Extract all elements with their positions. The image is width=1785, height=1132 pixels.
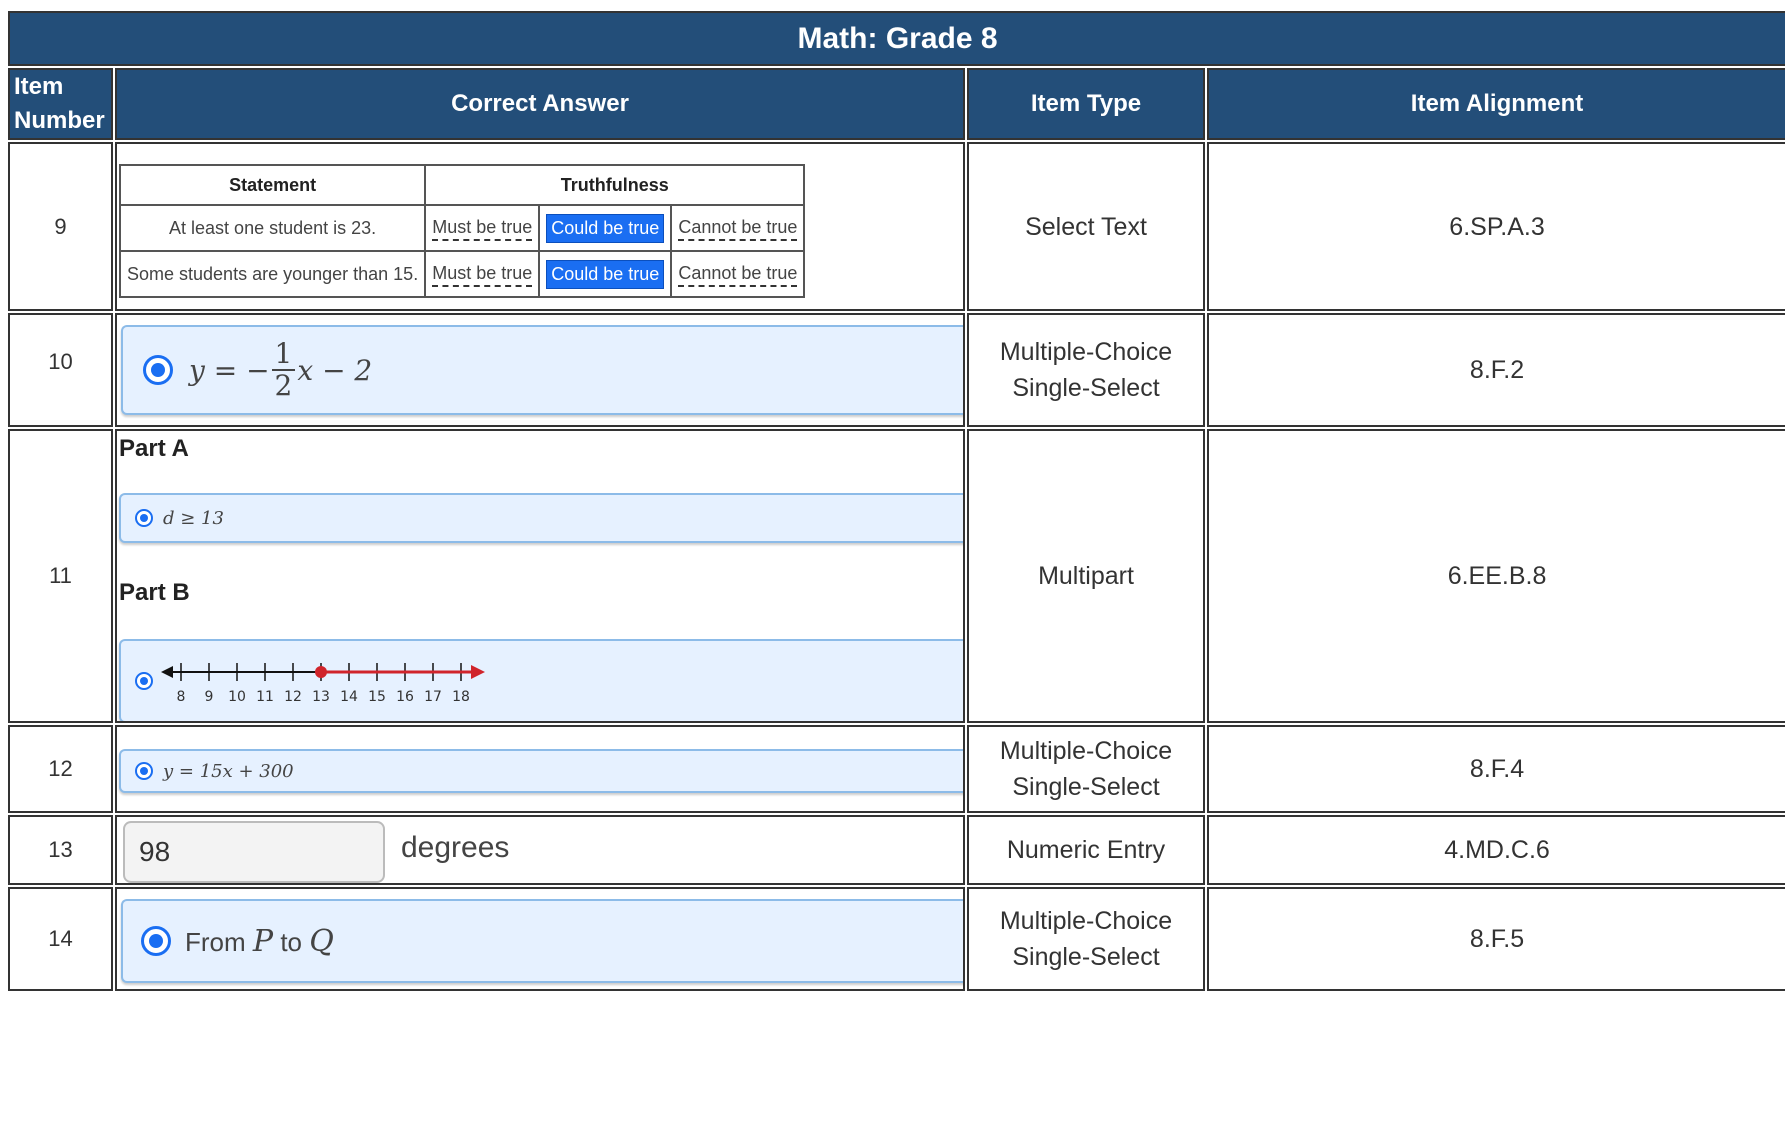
equation: y = − 1 2 x − 2 bbox=[189, 337, 373, 402]
number-line-tick-label: 11 bbox=[256, 689, 274, 705]
item-type: Multipart bbox=[967, 429, 1205, 723]
item-alignment: 6.EE.B.8 bbox=[1207, 429, 1785, 723]
number-line-tick-label: 17 bbox=[424, 689, 442, 705]
item-number: 12 bbox=[8, 725, 113, 813]
table-row: 11 Part A d ≥ 13 Part B 8 9 10 11 12 13 14 15 16… bbox=[8, 429, 1785, 723]
part-a-label: Part A bbox=[119, 435, 189, 462]
item-number: 14 bbox=[8, 887, 113, 991]
item-type: Multiple-Choice Single-Select bbox=[967, 313, 1205, 427]
table-row: 12 y = 15x + 300 Multiple-Choice Single-S… bbox=[8, 725, 1785, 813]
item-type: Numeric Entry bbox=[967, 815, 1205, 885]
header-item-number: Item Number bbox=[8, 68, 113, 140]
correct-answer-cell: From P to Q bbox=[115, 887, 965, 991]
radio-selected-icon[interactable] bbox=[141, 926, 171, 956]
table-row: 9 Statement Truthfulness At least one st… bbox=[8, 142, 1785, 311]
statement-header: Statement bbox=[118, 164, 427, 206]
header-correct-answer: Correct Answer bbox=[115, 68, 965, 140]
equation: y = 15x + 300 bbox=[163, 760, 294, 782]
inequality: d ≥ 13 bbox=[163, 507, 224, 529]
item-alignment: 8.F.4 bbox=[1207, 725, 1785, 813]
answer-choice-selected[interactable]: y = − 1 2 x − 2 bbox=[121, 325, 963, 415]
item-type: Multiple-Choice Single-Select bbox=[967, 887, 1205, 991]
radio-selected-icon[interactable] bbox=[143, 355, 173, 385]
correct-answer-cell: Statement Truthfulness At least one stud… bbox=[115, 142, 965, 311]
number-line-tick-label: 18 bbox=[452, 689, 470, 705]
part-b-choice-selected[interactable]: 8 9 10 11 12 13 14 15 16 17 18 bbox=[119, 639, 963, 721]
correct-answer-cell: y = − 1 2 x − 2 bbox=[115, 313, 965, 427]
item-number: 11 bbox=[8, 429, 113, 723]
answer-key-table: Math: Grade 8 Item Number Correct Answer … bbox=[6, 9, 1785, 993]
right-arrow-icon bbox=[471, 665, 485, 679]
numeric-entry-field[interactable]: 98 bbox=[123, 821, 385, 883]
number-line-tick-label: 13 bbox=[312, 689, 330, 705]
number-line-tick-label: 9 bbox=[205, 689, 214, 705]
part-a-choice-selected[interactable]: d ≥ 13 bbox=[119, 493, 963, 543]
option-cannot-be-true[interactable]: Cannot be true bbox=[678, 215, 798, 241]
correct-answer-cell: y = 15x + 300 bbox=[115, 725, 965, 813]
option-could-be-true-selected[interactable]: Could be true bbox=[546, 213, 665, 243]
item-alignment: 8.F.2 bbox=[1207, 313, 1785, 427]
radio-selected-icon[interactable] bbox=[135, 762, 153, 780]
number-line-tick-label: 16 bbox=[396, 689, 414, 705]
number-line-tick-label: 8 bbox=[177, 689, 186, 705]
correct-answer-cell: 98 degrees bbox=[115, 815, 965, 885]
part-b-label: Part B bbox=[119, 579, 190, 606]
item-number: 13 bbox=[8, 815, 113, 885]
item-alignment: 8.F.5 bbox=[1207, 887, 1785, 991]
number-line-tick-label: 12 bbox=[284, 689, 302, 705]
item-alignment: 6.SP.A.3 bbox=[1207, 142, 1785, 311]
closed-point bbox=[315, 666, 327, 678]
radio-selected-icon[interactable] bbox=[135, 509, 153, 527]
statement-text: At least one student is 23. bbox=[118, 204, 427, 252]
option-could-be-true-selected[interactable]: Could be true bbox=[546, 259, 665, 289]
item-alignment: 4.MD.C.6 bbox=[1207, 815, 1785, 885]
header-item-alignment: Item Alignment bbox=[1207, 68, 1785, 140]
table-row: 13 98 degrees Numeric Entry 4.MD.C.6 bbox=[8, 815, 1785, 885]
answer-text: From P to Q bbox=[185, 923, 334, 959]
item-type: Select Text bbox=[967, 142, 1205, 311]
item-number: 10 bbox=[8, 313, 113, 427]
correct-answer-cell: Part A d ≥ 13 Part B 8 9 10 11 12 13 14 15 16 17 1… bbox=[115, 429, 965, 723]
statement-text: Some students are younger than 15. bbox=[118, 250, 427, 298]
option-cannot-be-true[interactable]: Cannot be true bbox=[678, 261, 798, 287]
table-row: 10 y = − 1 2 x − 2 Multiple-Choice Single… bbox=[8, 313, 1785, 427]
option-must-be-true[interactable]: Must be true bbox=[432, 215, 533, 241]
truthfulness-header: Truthfulness bbox=[424, 164, 806, 206]
number-line-tick-label: 10 bbox=[228, 689, 246, 705]
item-number: 9 bbox=[8, 142, 113, 311]
answer-choice-selected[interactable]: From P to Q bbox=[121, 899, 963, 983]
units-label: degrees bbox=[401, 831, 510, 864]
header-item-type: Item Type bbox=[967, 68, 1205, 140]
table-row: 14 From P to Q Multiple-Choice Single-Sel… bbox=[8, 887, 1785, 991]
number-line-tick-label: 14 bbox=[340, 689, 358, 705]
left-arrow-icon bbox=[161, 666, 173, 678]
truthfulness-table: Statement Truthfulness At least one stud… bbox=[118, 164, 806, 298]
option-must-be-true[interactable]: Must be true bbox=[432, 261, 533, 287]
answer-choice-selected[interactable]: y = 15x + 300 bbox=[119, 749, 963, 793]
item-type: Multiple-Choice Single-Select bbox=[967, 725, 1205, 813]
radio-selected-icon[interactable] bbox=[135, 672, 153, 690]
table-title: Math: Grade 8 bbox=[8, 11, 1785, 66]
number-line-tick-label: 15 bbox=[368, 689, 386, 705]
number-line: 8 9 10 11 12 13 14 15 16 17 18 bbox=[161, 663, 485, 705]
